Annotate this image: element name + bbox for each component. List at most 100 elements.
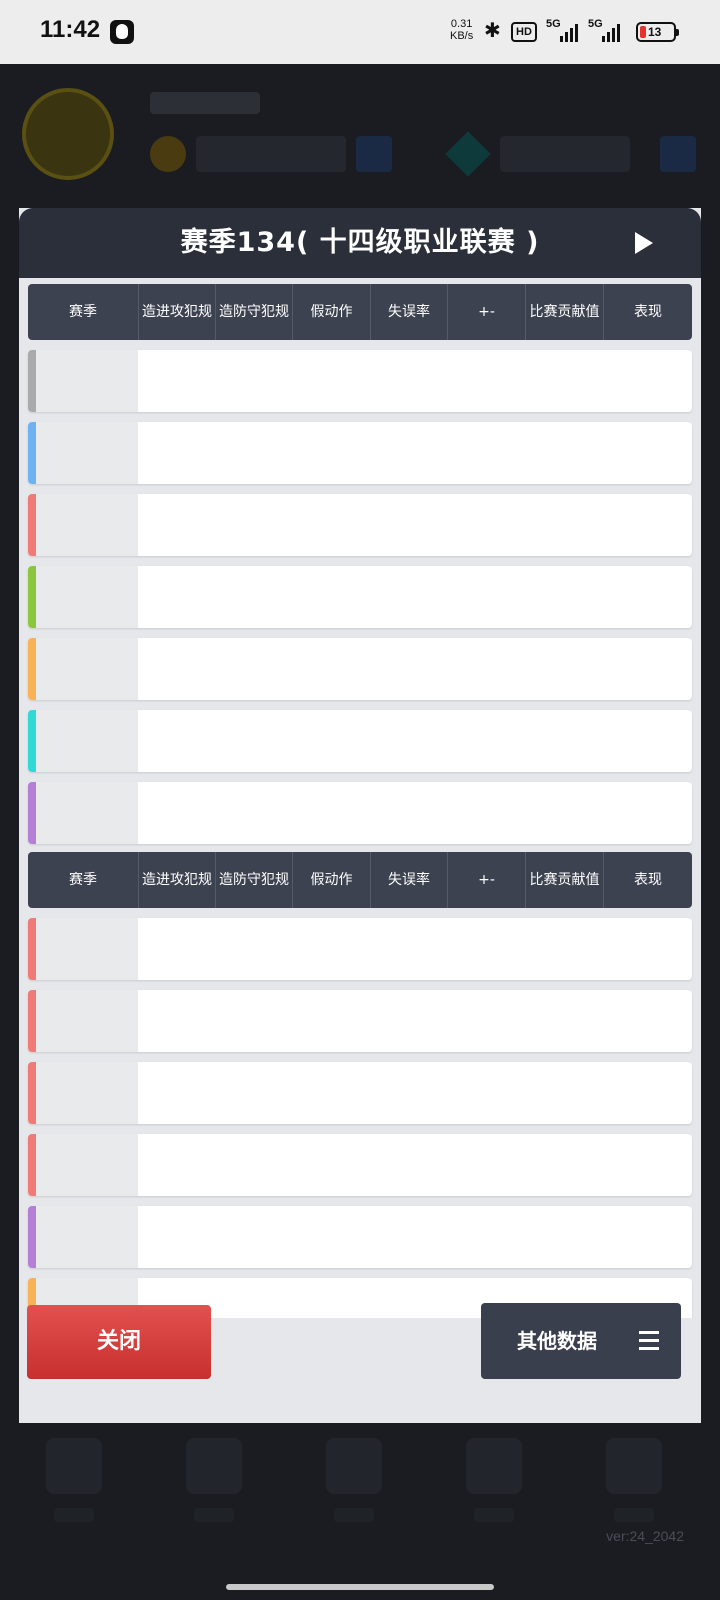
other-data-button[interactable]: 其他数据 — [481, 1303, 681, 1379]
row-cell — [138, 710, 215, 772]
row-cell — [603, 918, 692, 980]
row-cell — [138, 350, 215, 412]
row-accent — [28, 1134, 36, 1196]
row-cell — [370, 422, 447, 484]
close-button[interactable]: 关闭 — [27, 1305, 211, 1379]
row-cell — [215, 350, 292, 412]
row-cell — [525, 422, 603, 484]
row-accent — [28, 494, 36, 556]
home-indicator[interactable] — [226, 1584, 494, 1590]
play-icon[interactable] — [635, 232, 653, 254]
game-row[interactable] — [28, 782, 692, 844]
row-label — [36, 566, 138, 628]
row-cell — [215, 782, 292, 844]
game-row[interactable] — [28, 638, 692, 700]
menu-icon — [639, 1331, 659, 1351]
row-cell — [370, 1206, 447, 1268]
column-header: +- — [447, 852, 525, 908]
column-header: 失误率 — [370, 284, 447, 340]
row-cell — [215, 1206, 292, 1268]
column-header: 造进攻犯规 — [138, 852, 215, 908]
row-cell — [292, 782, 370, 844]
gem-icon — [445, 131, 491, 177]
stats-table[interactable]: 赛季 造进攻犯规 造防守犯规 假动作 失误率 +- 比赛贡献值 表现 赛季 造进攻犯规 造防守犯规假… — [19, 278, 701, 1318]
row-cell — [525, 1134, 603, 1196]
game-row[interactable] — [28, 350, 692, 412]
battery-icon: 13 — [636, 22, 679, 42]
game-row[interactable] — [28, 566, 692, 628]
coin-icon — [150, 136, 186, 172]
sim1-label: 5G — [546, 18, 561, 30]
column-header: 赛季 — [69, 304, 97, 320]
row-cell — [447, 1134, 525, 1196]
row-label — [36, 1134, 138, 1196]
row-cell — [292, 350, 370, 412]
game-row[interactable] — [28, 494, 692, 556]
row-cell — [292, 638, 370, 700]
game-row[interactable] — [28, 1062, 692, 1124]
row-cell — [215, 1062, 292, 1124]
player-name-placeholder — [150, 92, 260, 114]
row-cell — [525, 990, 603, 1052]
game-row[interactable] — [28, 1206, 692, 1268]
row-label — [36, 782, 138, 844]
row-cell — [447, 710, 525, 772]
row-cell — [292, 1278, 370, 1318]
row-cell — [370, 1062, 447, 1124]
row-cell — [292, 566, 370, 628]
row-label — [36, 638, 138, 700]
row-accent — [28, 638, 36, 700]
signal-sim1-icon: 5G — [546, 18, 592, 44]
row-cell — [525, 494, 603, 556]
row-cell — [525, 782, 603, 844]
row-cell — [292, 990, 370, 1052]
row-cell — [525, 566, 603, 628]
row-cell — [603, 350, 692, 412]
row-cell — [292, 422, 370, 484]
nav-label-2 — [194, 1508, 234, 1522]
status-bar: 11:42 0.31 KB/s ✱ HD 5G 5G 13 — [0, 0, 720, 64]
network-speed-unit: KB/s — [450, 30, 474, 42]
column-header: +- — [447, 284, 525, 340]
add-coin-button — [356, 136, 392, 172]
row-label — [36, 350, 138, 412]
row-label — [36, 494, 138, 556]
row-cell — [292, 1062, 370, 1124]
row-cell — [370, 1134, 447, 1196]
row-cell — [215, 638, 292, 700]
row-cell — [525, 918, 603, 980]
row-cell — [603, 422, 692, 484]
row-cell — [447, 1206, 525, 1268]
row-accent — [28, 1206, 36, 1268]
nav-icon-4 — [466, 1438, 522, 1494]
row-cell — [525, 710, 603, 772]
nav-label-5 — [614, 1508, 654, 1522]
other-data-label: 其他数据 — [517, 1329, 597, 1353]
row-cell — [603, 782, 692, 844]
column-header: 造防守犯规 — [215, 852, 292, 908]
row-cell — [215, 710, 292, 772]
row-cell — [370, 638, 447, 700]
row-cell — [603, 638, 692, 700]
row-cell — [603, 566, 692, 628]
row-cell — [447, 1062, 525, 1124]
version-label: ver:24_2042 — [606, 1528, 684, 1544]
game-row[interactable] — [28, 710, 692, 772]
signal-sim2-icon: 5G — [588, 18, 634, 44]
row-cell — [603, 1206, 692, 1268]
column-header: 表现 — [603, 852, 692, 908]
game-row[interactable] — [28, 990, 692, 1052]
game-row[interactable] — [28, 918, 692, 980]
row-cell — [370, 1278, 447, 1318]
network-speed-value: 0.31 — [450, 18, 473, 30]
row-cell — [447, 638, 525, 700]
row-cell — [292, 1206, 370, 1268]
network-speed: 0.31 KB/s — [450, 18, 473, 42]
row-cell — [603, 990, 692, 1052]
row-cell — [138, 638, 215, 700]
modal-title: 赛季134( 十四级职业联赛 ) — [180, 227, 540, 258]
row-cell — [292, 1134, 370, 1196]
game-row[interactable] — [28, 422, 692, 484]
row-label — [36, 918, 138, 980]
game-row[interactable] — [28, 1134, 692, 1196]
